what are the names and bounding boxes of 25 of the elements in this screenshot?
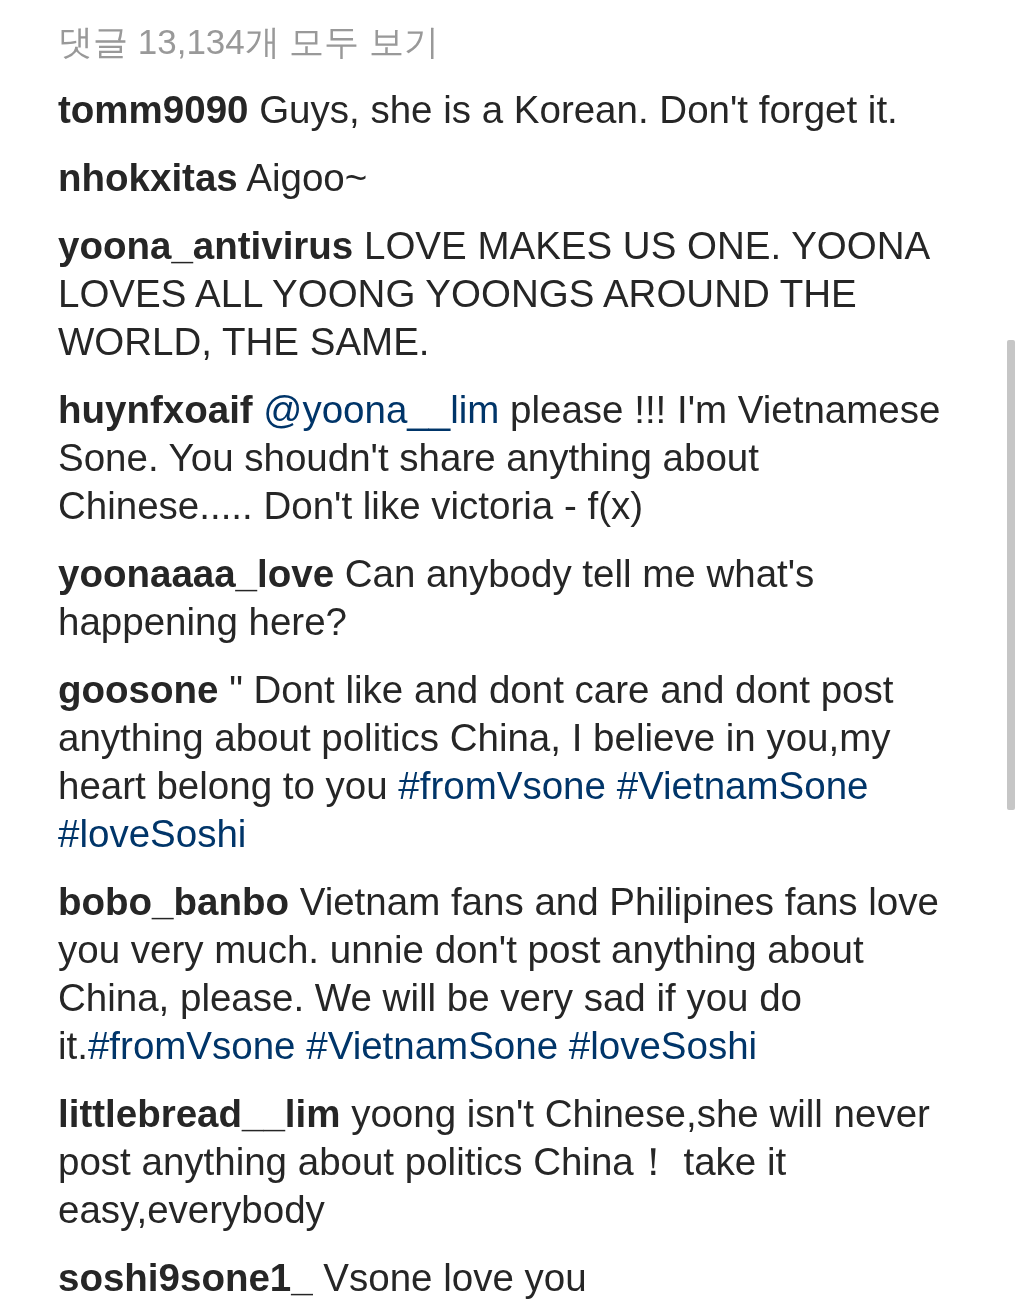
username-link[interactable]: goosone bbox=[58, 668, 219, 711]
hashtag-link[interactable]: #fromVsone bbox=[87, 1024, 296, 1067]
username-link[interactable]: littlebread__lim bbox=[58, 1092, 341, 1135]
hashtag-link[interactable]: #loveSoshi bbox=[568, 1024, 758, 1067]
username-link[interactable]: huynfxoaif bbox=[58, 388, 253, 431]
username-link[interactable]: tomm9090 bbox=[58, 88, 249, 131]
comment-text: bobo_banbo Vietnam fans and Philipines fans love you very much. unnie don't post anything about China, please. We will be very sad if you do it.#fromVsone #VietnamSone #loveSoshi bbox=[58, 879, 940, 1069]
username-link[interactable]: yoona_antivirus bbox=[58, 224, 354, 267]
hashtag-link[interactable]: #VietnamSone bbox=[306, 1024, 559, 1067]
comment-text: yoonaaaa_love Can anybody tell me what's happening here? bbox=[58, 551, 816, 645]
hashtag-link[interactable]: #fromVsone bbox=[398, 764, 606, 807]
mention-link[interactable]: @yoona__lim bbox=[263, 388, 500, 431]
username-link[interactable]: soshi9sone1_ bbox=[58, 1256, 313, 1299]
hashtag-link[interactable]: #VietnamSone bbox=[616, 764, 869, 807]
username-link[interactable]: bobo_banbo bbox=[58, 880, 289, 923]
comment-text: nhokxitas Aigoo~ bbox=[58, 155, 369, 201]
username-link[interactable]: yoonaaaa_love bbox=[58, 552, 335, 595]
comment-text: goosone " Dont like and dont care and dont post anything about politics China, I believe in you,my heart belong to you #fromVsone #VietnamSone #loveSoshi bbox=[58, 667, 895, 857]
comment-text: littlebread__lim yoong isn't Chinese,she will never post anything about politics China！ take it easy,everybody bbox=[58, 1091, 931, 1233]
comment-text: soshi9sone1_ Vsone love you bbox=[58, 1255, 588, 1301]
hashtag-link[interactable]: #loveSoshi bbox=[58, 812, 247, 855]
username-link[interactable]: nhokxitas bbox=[58, 156, 238, 199]
comment-text: huynfxoaif @yoona__lim please !!! I'm Vietnamese Sone. You shoudn't share anything about Chinese..... Don't like victoria - f(x) bbox=[58, 387, 942, 529]
comment-text: tomm9090 Guys, she is a Korean. Don't forget it. bbox=[58, 87, 899, 133]
comment-text: yoona_antivirus LOVE MAKES US ONE. YOONA LOVES ALL YOONG YOONGS AROUND THE WORLD, THE SAME. bbox=[58, 223, 930, 365]
